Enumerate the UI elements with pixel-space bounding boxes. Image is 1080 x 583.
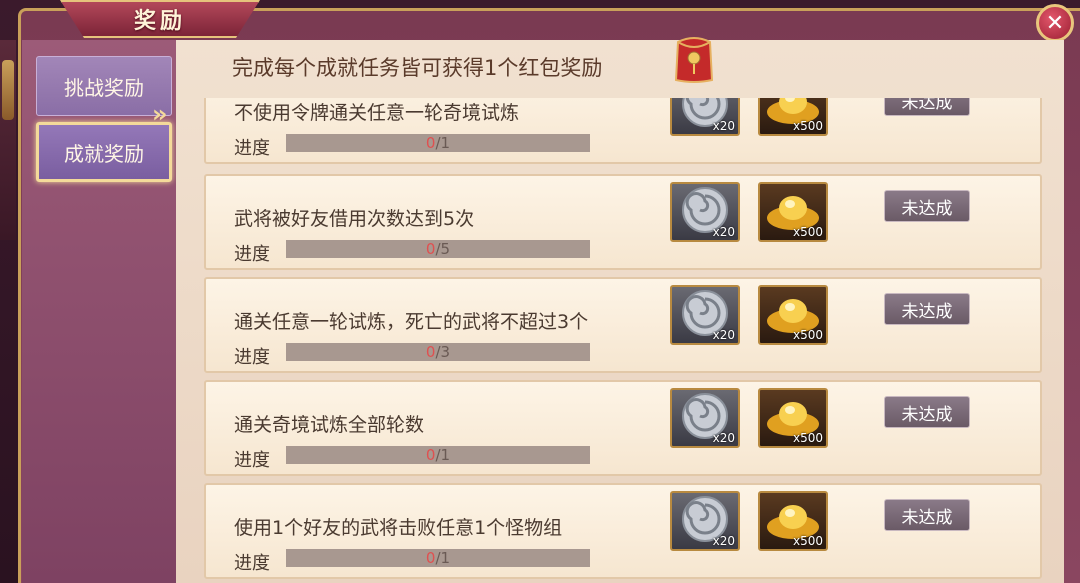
- task-list[interactable]: 不使用令牌通关任意一轮奇境试炼 进度 0/1 x20 x500 未达成 武将被好…: [204, 98, 1042, 583]
- progress-label: 进度: [234, 450, 270, 471]
- progress-text: 0/3: [286, 343, 590, 361]
- claim-button[interactable]: 未达成: [884, 499, 970, 531]
- reward-gold[interactable]: x500: [758, 285, 828, 345]
- progress-label: 进度: [234, 553, 270, 574]
- reward-coin[interactable]: x20: [670, 285, 740, 345]
- progress-total: /1: [435, 134, 451, 152]
- reward-quantity: x500: [792, 431, 823, 445]
- reward-quantity: x20: [712, 225, 735, 239]
- task-row: 通关任意一轮试炼，死亡的武将不超过3个 进度 0/3 x20 x500 未达成: [204, 277, 1042, 373]
- window-title: 奖励: [133, 9, 186, 34]
- close-icon: ✕: [1045, 10, 1065, 36]
- task-row: 武将被好友借用次数达到5次 进度 0/5 x20 x500 未达成: [204, 174, 1042, 270]
- reward-coin[interactable]: x20: [670, 98, 740, 136]
- progress-text: 0/5: [286, 240, 590, 258]
- chevron-right-icon: »: [152, 100, 168, 128]
- tab-label: 成就奖励: [64, 141, 144, 166]
- reward-coin[interactable]: x20: [670, 491, 740, 551]
- progress-bar: 0/3: [286, 343, 590, 361]
- reward-gold[interactable]: x500: [758, 388, 828, 448]
- reward-quantity: x20: [712, 119, 735, 133]
- progress-total: /1: [435, 549, 451, 567]
- task-row: 不使用令牌通关任意一轮奇境试炼 进度 0/1 x20 x500 未达成: [204, 98, 1042, 164]
- progress-bar: 0/1: [286, 446, 590, 464]
- reward-quantity: x20: [712, 431, 735, 445]
- red-packet-icon: [674, 37, 714, 83]
- claim-button[interactable]: 未达成: [884, 396, 970, 428]
- task-title: 通关任意一轮试炼，死亡的武将不超过3个: [234, 311, 589, 333]
- tab-label: 挑战奖励: [64, 75, 144, 100]
- reward-quantity: x500: [792, 328, 823, 342]
- progress-total: /3: [435, 343, 451, 361]
- reward-gold[interactable]: x500: [758, 182, 828, 242]
- tab-achievement-rewards[interactable]: 成就奖励: [36, 122, 172, 182]
- task-title: 通关奇境试炼全部轮数: [234, 414, 425, 436]
- progress-total: /5: [435, 240, 451, 258]
- progress-text: 0/1: [286, 134, 590, 152]
- close-button[interactable]: ✕: [1036, 4, 1074, 42]
- task-title: 使用1个好友的武将击败任意1个怪物组: [234, 517, 563, 539]
- progress-current: 0: [425, 343, 436, 361]
- progress-bar: 0/5: [286, 240, 590, 258]
- reward-quantity: x500: [792, 534, 823, 548]
- task-title: 不使用令牌通关任意一轮奇境试炼: [234, 102, 520, 124]
- progress-bar: 0/1: [286, 134, 590, 152]
- progress-text: 0/1: [286, 549, 590, 567]
- progress-total: /1: [435, 446, 451, 464]
- claim-button[interactable]: 未达成: [884, 190, 970, 222]
- claim-button[interactable]: 未达成: [884, 293, 970, 325]
- progress-current: 0: [425, 446, 436, 464]
- task-title: 武将被好友借用次数达到5次: [234, 208, 475, 230]
- task-row: 通关奇境试炼全部轮数 进度 0/1 x20 x500 未达成: [204, 380, 1042, 476]
- progress-text: 0/1: [286, 446, 590, 464]
- window-title-tab: 奖励: [60, 0, 260, 38]
- reward-quantity: x20: [712, 328, 735, 342]
- reward-coin[interactable]: x20: [670, 388, 740, 448]
- lantern-icon: [2, 60, 14, 120]
- reward-quantity: x500: [792, 119, 823, 133]
- reward-coin[interactable]: x20: [670, 182, 740, 242]
- progress-label: 进度: [234, 347, 270, 368]
- reward-quantity: x20: [712, 534, 735, 548]
- reward-gold[interactable]: x500: [758, 491, 828, 551]
- progress-bar: 0/1: [286, 549, 590, 567]
- task-row: 使用1个好友的武将击败任意1个怪物组 进度 0/1 x20 x500 未达成: [204, 483, 1042, 579]
- progress-label: 进度: [234, 138, 270, 159]
- progress-current: 0: [425, 549, 436, 567]
- progress-current: 0: [425, 240, 436, 258]
- reward-gold[interactable]: x500: [758, 98, 828, 136]
- progress-label: 进度: [234, 244, 270, 265]
- header-description: 完成每个成就任务皆可获得1个红包奖励: [232, 56, 603, 80]
- claim-button[interactable]: 未达成: [884, 98, 970, 116]
- progress-current: 0: [425, 134, 436, 152]
- reward-quantity: x500: [792, 225, 823, 239]
